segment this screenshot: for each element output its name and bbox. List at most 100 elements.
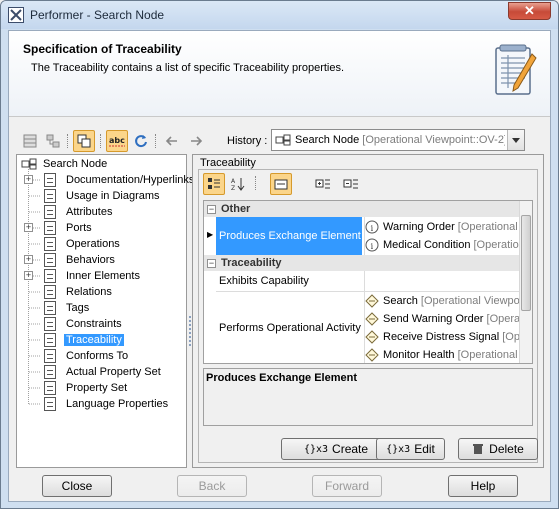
column-divider <box>364 271 365 291</box>
property-grid[interactable]: − Other ▶ Produces Exchange Element i Warning… <box>203 200 533 364</box>
property-value-item[interactable]: Send Warning Order [Operat <box>365 310 520 328</box>
tree-item-label: Tags <box>66 302 90 314</box>
history-label: History : <box>227 135 268 147</box>
document-icon <box>44 333 56 347</box>
tree-item-label: Attributes <box>66 206 113 218</box>
tree-item[interactable]: Traceability <box>17 332 186 348</box>
trash-icon <box>473 444 484 454</box>
back-button[interactable]: Back <box>177 475 247 497</box>
tree-item[interactable]: + Inner Elements <box>17 268 186 284</box>
title-bar[interactable]: Performer - Search Node ✕ <box>1 1 558 29</box>
dialog-window: Performer - Search Node ✕ Specification … <box>0 0 559 509</box>
tree-item-label: Relations <box>66 286 112 298</box>
expand-toggle-icon[interactable]: + <box>24 175 33 184</box>
property-name: Performs Operational Activity <box>219 322 361 334</box>
tree-item-label: Traceability <box>64 334 124 346</box>
tree-item[interactable]: + Ports <box>17 220 186 236</box>
property-value-item[interactable]: i Medical Condition [Operation <box>365 236 520 254</box>
hierarchy-view-button[interactable] <box>42 130 64 152</box>
document-icon <box>44 365 56 379</box>
property-value-item[interactable]: i Warning Order [Operational <box>365 218 520 236</box>
property-row[interactable]: ▶ Produces Exchange Element i Warning Order… <box>204 217 520 255</box>
tree-item[interactable]: Relations <box>17 284 186 300</box>
properties-view-button[interactable] <box>19 130 41 152</box>
property-toolbar: AZ <box>199 170 537 196</box>
value-detail: [Operational <box>457 221 518 233</box>
tree-item[interactable]: + Behaviors <box>17 252 186 268</box>
help-button[interactable]: Help <box>448 475 518 497</box>
property-value-item[interactable]: Search [Operational Viewpoi <box>365 292 520 310</box>
navigation-tree[interactable]: Search Node + Documentation/Hyperlinks Usa… <box>16 154 194 468</box>
tree-item[interactable]: + Documentation/Hyperlinks <box>17 172 194 188</box>
property-values[interactable]: Search [Operational Viewpoi Send Warning … <box>365 292 520 363</box>
toolbar-separator <box>255 176 256 190</box>
windows-icon <box>77 134 91 148</box>
document-icon <box>44 253 56 267</box>
dialog-body: Specification of Traceability The Tracea… <box>8 30 551 502</box>
tree-item[interactable]: Usage in Diagrams <box>17 188 186 204</box>
expand-all-icon <box>315 179 330 189</box>
value-label: Send Warning Order <box>383 313 484 325</box>
collapse-toggle-icon[interactable]: − <box>207 204 216 214</box>
hierarchy-icon <box>46 134 60 148</box>
svg-text:A: A <box>231 178 236 185</box>
abc-spellcheck-icon: abc <box>109 136 125 147</box>
show-in-window-button[interactable] <box>73 130 95 152</box>
expand-all-button[interactable] <box>312 173 334 195</box>
refresh-button[interactable] <box>130 130 152 152</box>
expand-toggle-icon[interactable]: + <box>24 255 33 264</box>
property-row[interactable]: Exhibits Capability <box>204 271 520 291</box>
toolbar-separator <box>155 134 156 148</box>
document-icon <box>44 285 56 299</box>
traceability-panel: Traceability AZ − Other ▶ Produces Excha… <box>192 154 544 468</box>
edit-button[interactable]: {}x3 Edit <box>376 438 445 460</box>
history-dropdown-button[interactable] <box>507 130 524 150</box>
description-box: Produces Exchange Element <box>203 368 533 426</box>
sort-alphabetical-button[interactable]: AZ <box>227 173 249 195</box>
property-value-item[interactable]: Receive Distress Signal [Ope <box>365 328 520 346</box>
collapse-toggle-icon[interactable]: − <box>207 258 216 268</box>
description-title: Produces Exchange Element <box>206 372 357 384</box>
specification-document-icon <box>495 44 537 95</box>
spelling-button[interactable]: abc <box>106 130 128 152</box>
chevron-down-icon <box>512 137 520 143</box>
property-row[interactable]: Performs Operational Activity Search [Ope… <box>204 291 520 363</box>
close-window-button[interactable]: ✕ <box>508 2 551 20</box>
grid-scrollbar[interactable] <box>519 201 532 363</box>
document-icon <box>44 317 56 331</box>
tree-item[interactable]: Conforms To <box>17 348 186 364</box>
info-icon: i <box>365 238 379 252</box>
collapse-all-icon <box>343 179 358 189</box>
property-group[interactable]: − Traceability <box>204 255 520 271</box>
tree-item[interactable]: Language Properties <box>17 396 186 412</box>
history-combobox[interactable]: Search Node [Operational Viewpoint::OV-2… <box>271 129 525 151</box>
value-label: Warning Order <box>383 221 455 233</box>
node-icon <box>275 134 291 146</box>
tree-item[interactable]: Tags <box>17 300 186 316</box>
show-description-button[interactable] <box>270 173 292 195</box>
tree-item-label: Actual Property Set <box>66 366 161 378</box>
property-value-item[interactable]: Monitor Health [Operational V <box>365 346 520 363</box>
tree-item[interactable]: Property Set <box>17 380 186 396</box>
forward-arrow-button[interactable] <box>185 130 207 152</box>
delete-button[interactable]: Delete <box>458 438 538 460</box>
activity-icon <box>365 348 379 362</box>
tree-item[interactable]: Actual Property Set <box>17 364 186 380</box>
tree-item[interactable]: Operations <box>17 236 186 252</box>
value-label: Search <box>383 295 418 307</box>
expand-toggle-icon[interactable]: + <box>24 271 33 280</box>
property-group[interactable]: − Other <box>204 201 520 217</box>
panel-content: AZ − Other ▶ Produces Exchange Element i Warn… <box>198 169 538 463</box>
tree-item[interactable]: Constraints <box>17 316 186 332</box>
close-button[interactable]: Close <box>42 475 112 497</box>
header-panel: Specification of Traceability The Tracea… <box>9 31 550 117</box>
collapse-all-button[interactable] <box>340 173 362 195</box>
categorized-view-button[interactable] <box>203 173 225 195</box>
expand-toggle-icon[interactable]: + <box>24 223 33 232</box>
forward-button[interactable]: Forward <box>312 475 382 497</box>
property-values[interactable]: i Warning Order [Operational i Medical Cond… <box>365 218 520 254</box>
scrollbar-thumb[interactable] <box>521 215 531 311</box>
back-arrow-button[interactable] <box>161 130 183 152</box>
create-button[interactable]: {}x3 Create <box>281 438 391 460</box>
tree-item[interactable]: Attributes <box>17 204 186 220</box>
